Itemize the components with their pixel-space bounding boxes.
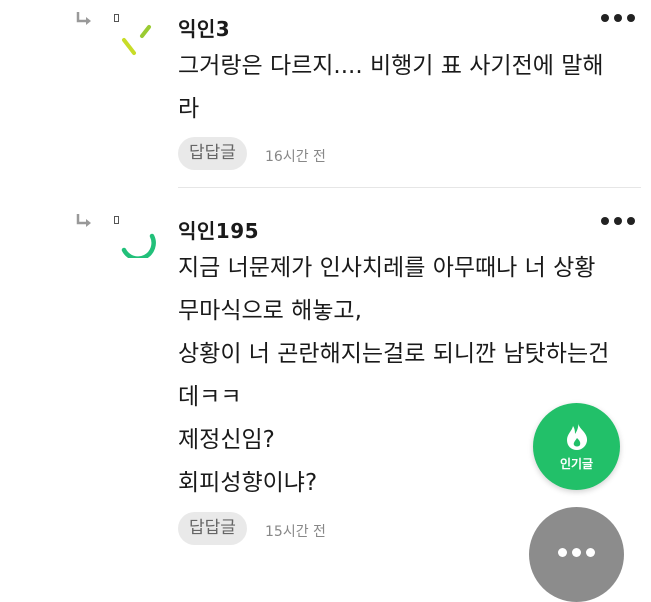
avatar[interactable]: [118, 24, 158, 64]
comment-line: 지금 너문제가 인사치레를 아무때나 너 상황: [178, 255, 596, 281]
popular-label: 인기글: [559, 457, 594, 471]
avatar[interactable]: [118, 218, 158, 258]
reply-arrow-icon: [76, 12, 91, 25]
comment-body: 그거랑은 다르지.... 비행기 표 사기전에 말해 라: [178, 45, 604, 131]
reply-arrow-icon: [76, 214, 91, 227]
comment-line: 상황이 너 곤란해지는걸로 되니깐 남탓하는건: [178, 341, 610, 367]
more-dots-icon: [601, 217, 609, 225]
popular-posts-button[interactable]: 인기글: [533, 403, 620, 490]
comment-line: 무마식으로 해놓고,: [178, 298, 362, 324]
thumbnail-icon: [114, 14, 119, 22]
comment-divider: [178, 187, 641, 188]
fire-icon: [566, 422, 587, 450]
reply-button[interactable]: 답답글: [178, 137, 247, 170]
more-options-button[interactable]: [598, 214, 638, 228]
more-dots-icon: [558, 548, 567, 557]
comment-line: 라: [178, 96, 200, 122]
more-dots-icon: [601, 14, 609, 22]
comment-time: 15시간 전: [265, 524, 326, 540]
comment-line: 그거랑은 다르지.... 비행기 표 사기전에 말해: [178, 53, 604, 79]
comment-line: 데ㅋㅋ: [178, 384, 242, 410]
reply-button[interactable]: 답답글: [178, 512, 247, 545]
comment-author: 익인3: [178, 17, 231, 41]
more-menu-button[interactable]: [529, 507, 624, 602]
comment-author: 익인195: [178, 219, 260, 243]
comment-time: 16시간 전: [265, 149, 326, 165]
more-options-button[interactable]: [598, 11, 638, 25]
